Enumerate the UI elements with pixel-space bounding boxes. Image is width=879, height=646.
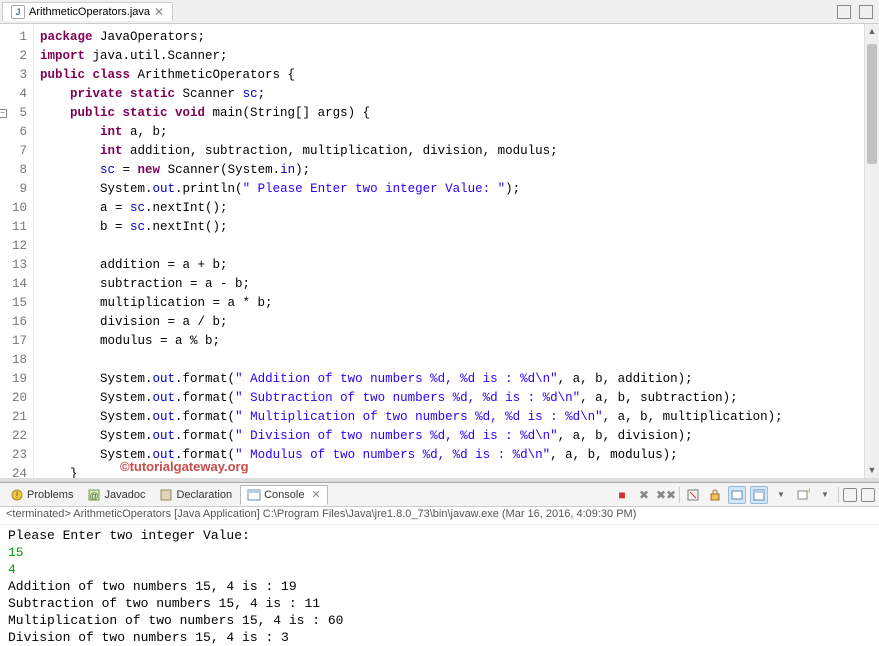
code-line[interactable]: int a, b; [40,123,858,142]
line-number: 9 [2,180,27,199]
code-line[interactable]: public static void main(String[] args) { [40,104,858,123]
console-process-header: <terminated> ArithmeticOperators [Java A… [0,507,879,525]
code-line[interactable]: multiplication = a * b; [40,294,858,313]
maximize-icon[interactable] [859,5,873,19]
new-console-button[interactable]: + [794,486,812,504]
line-number: 3 [2,66,27,85]
code-line[interactable] [40,237,858,256]
line-number: 8 [2,161,27,180]
open-console-dropdown[interactable]: ▼ [772,486,790,504]
bottom-panel: ! Problems @ Javadoc Declaration Console… [0,482,879,646]
line-number: 18 [2,351,27,370]
svg-text:@: @ [90,491,99,501]
tab-console[interactable]: Console ✕ [240,485,328,505]
terminate-button[interactable]: ■ [613,486,631,504]
line-number: 6 [2,123,27,142]
javadoc-icon: @ [87,488,101,502]
code-line[interactable]: modulus = a % b; [40,332,858,351]
line-number: 24 [2,465,27,478]
code-line[interactable] [40,351,858,370]
minimize-view-icon[interactable] [843,488,857,502]
editor-tab-bar: J ArithmeticOperators.java ✕ [0,0,879,24]
line-number-gutter: 123456789101112131415161718192021222324− [0,24,34,478]
line-number: 17 [2,332,27,351]
line-number: 2 [2,47,27,66]
scroll-down-arrow[interactable]: ▼ [865,463,879,478]
tab-javadoc[interactable]: @ Javadoc [81,486,151,504]
code-line[interactable]: System.out.format(" Subtraction of two n… [40,389,858,408]
line-number: 11 [2,218,27,237]
code-line[interactable]: a = sc.nextInt(); [40,199,858,218]
line-number: 23 [2,446,27,465]
code-line[interactable]: subtraction = a - b; [40,275,858,294]
line-number: 4 [2,85,27,104]
code-line[interactable]: import java.util.Scanner; [40,47,858,66]
console-line: Subtraction of two numbers 15, 4 is : 11 [8,595,871,612]
vertical-scrollbar[interactable]: ▲ ▼ [864,24,879,478]
java-file-icon: J [11,5,25,19]
tab-filename: ArithmeticOperators.java [29,6,150,18]
console-line: 15 [8,544,871,561]
close-view-icon[interactable]: ✕ [311,488,320,501]
problems-icon: ! [10,488,24,502]
code-line[interactable]: b = sc.nextInt(); [40,218,858,237]
console-dropdown-2[interactable]: ▼ [816,486,834,504]
console-toolbar: ■ ✖ ✖✖ ▼ + ▼ [613,486,875,504]
line-number: 7 [2,142,27,161]
code-line[interactable]: private static Scanner sc; [40,85,858,104]
code-line[interactable]: addition = a + b; [40,256,858,275]
console-line: Division of two numbers 15, 4 is : 3 [8,629,871,646]
line-number: 20 [2,389,27,408]
line-number: 12 [2,237,27,256]
console-line: Please Enter two integer Value: [8,527,871,544]
pin-console-button[interactable] [728,486,746,504]
editor-window-controls [837,5,877,19]
code-line[interactable]: System.out.format(" Division of two numb… [40,427,858,446]
line-number: 19 [2,370,27,389]
line-number: 10 [2,199,27,218]
code-line[interactable]: sc = new Scanner(System.in); [40,161,858,180]
scrollbar-thumb[interactable] [867,44,877,164]
scroll-lock-button[interactable] [706,486,724,504]
close-tab-icon[interactable]: ✕ [154,5,164,19]
tab-declaration[interactable]: Declaration [153,486,238,504]
line-number: 22 [2,427,27,446]
console-icon [247,488,261,502]
remove-all-button[interactable]: ✖✖ [657,486,675,504]
svg-text:+: + [807,488,810,496]
code-line[interactable]: package JavaOperators; [40,28,858,47]
line-number: 1 [2,28,27,47]
maximize-view-icon[interactable] [861,488,875,502]
line-number: 16 [2,313,27,332]
line-number: 13 [2,256,27,275]
console-line: Addition of two numbers 15, 4 is : 19 [8,578,871,595]
display-selected-console-button[interactable] [750,486,768,504]
code-content[interactable]: package JavaOperators;import java.util.S… [34,24,864,478]
code-line[interactable]: int addition, subtraction, multiplicatio… [40,142,858,161]
svg-text:!: ! [16,490,19,500]
code-line[interactable]: System.out.println(" Please Enter two in… [40,180,858,199]
tab-problems[interactable]: ! Problems [4,486,79,504]
console-line: Multiplication of two numbers 15, 4 is :… [8,612,871,629]
scroll-up-arrow[interactable]: ▲ [865,24,879,39]
code-editor[interactable]: 123456789101112131415161718192021222324−… [0,24,879,478]
views-tab-bar: ! Problems @ Javadoc Declaration Console… [0,483,879,507]
fold-toggle-icon[interactable]: − [0,109,7,118]
code-line[interactable]: public class ArithmeticOperators { [40,66,858,85]
console-output[interactable]: Please Enter two integer Value: 154 Addi… [0,525,879,646]
console-line: 4 [8,561,871,578]
editor-tab[interactable]: J ArithmeticOperators.java ✕ [2,2,173,21]
remove-launch-button[interactable]: ✖ [635,486,653,504]
line-number: 15 [2,294,27,313]
line-number: 14 [2,275,27,294]
clear-console-button[interactable] [684,486,702,504]
code-line[interactable]: System.out.format(" Addition of two numb… [40,370,858,389]
line-number: 21 [2,408,27,427]
code-line[interactable]: division = a / b; [40,313,858,332]
minimize-icon[interactable] [837,5,851,19]
declaration-icon [159,488,173,502]
code-line[interactable]: System.out.format(" Multiplication of tw… [40,408,858,427]
watermark-text: ©tutorialgateway.org [120,459,249,474]
